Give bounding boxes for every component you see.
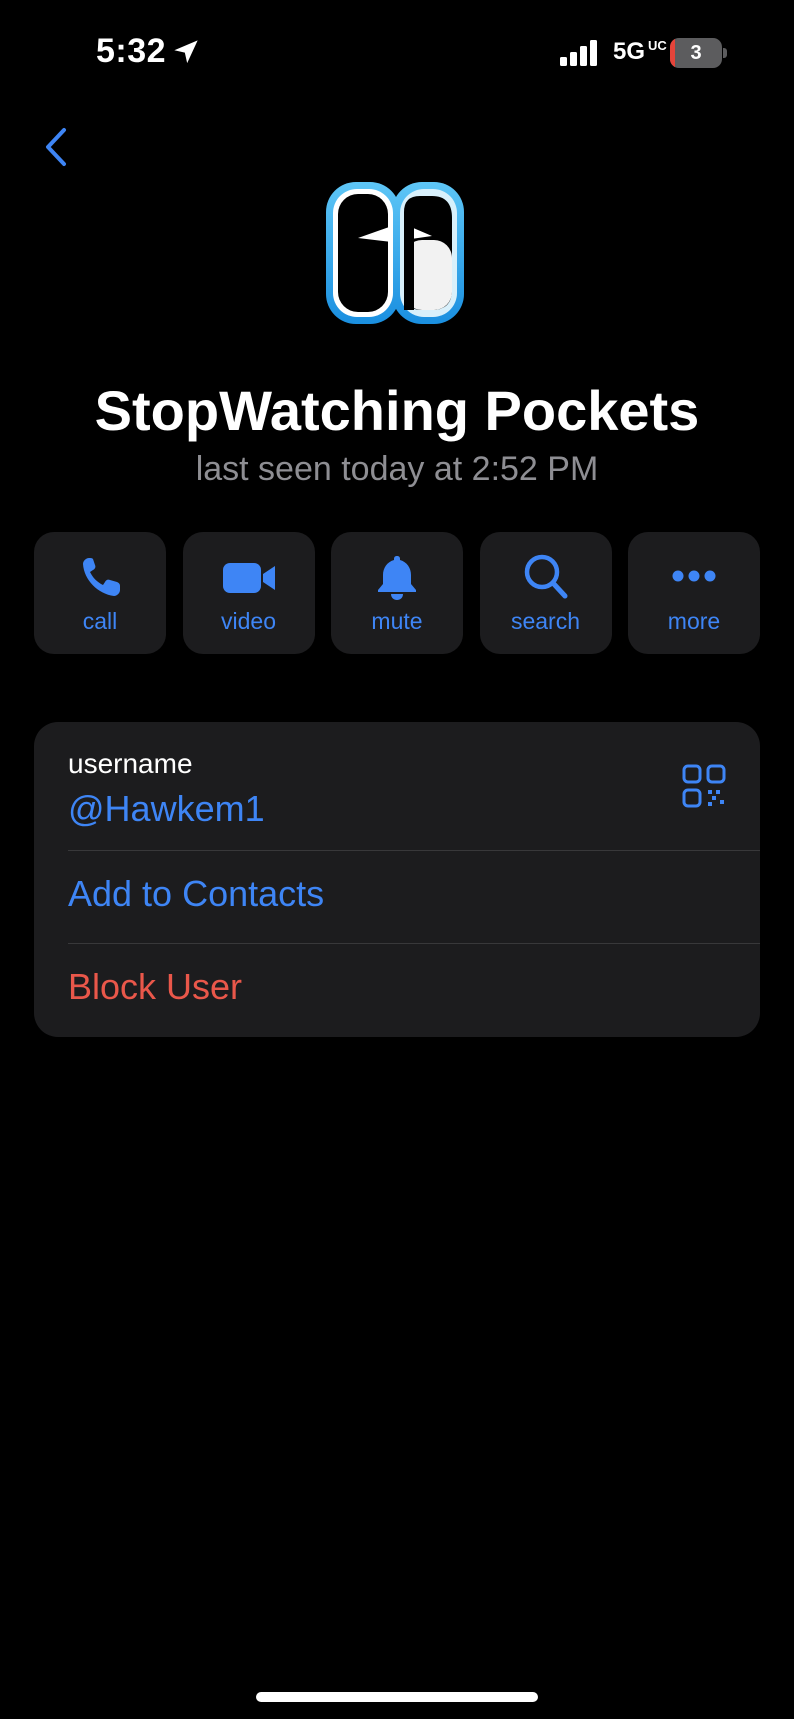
action-bar: call video mute search more (34, 532, 760, 654)
search-button[interactable]: search (479, 532, 612, 654)
last-seen-status: last seen today at 2:52 PM (195, 450, 599, 488)
phone-icon (83, 558, 120, 596)
bell-icon (378, 556, 416, 600)
mute-button[interactable]: mute (331, 532, 463, 654)
location-arrow-icon (174, 40, 198, 64)
qr-code-icon[interactable] (682, 764, 726, 808)
video-camera-icon (222, 563, 275, 593)
network-type: 5G (613, 38, 646, 65)
more-dots-icon (672, 570, 716, 582)
back-chevron-icon[interactable] (38, 122, 78, 172)
username-value[interactable]: @Hawkem1 (68, 788, 265, 830)
home-indicator[interactable] (256, 1692, 538, 1702)
block-user-row[interactable]: Block User (34, 944, 760, 1036)
call-label: call (82, 608, 118, 634)
info-card: username @Hawkem1 Add to Contacts Block … (34, 722, 760, 1037)
mute-label: mute (371, 608, 423, 634)
battery-icon: 3 (670, 38, 727, 68)
network-subtype: UC (648, 38, 667, 53)
cellular-signal-icon (560, 40, 597, 66)
battery-level-text: 3 (690, 42, 702, 64)
profile-name: StopWatching Pockets (94, 379, 700, 442)
username-row[interactable]: username @Hawkem1 (34, 722, 760, 850)
video-label: video (221, 608, 276, 634)
call-button[interactable]: call (34, 532, 166, 654)
more-label: more (667, 608, 721, 634)
more-button[interactable]: more (628, 532, 760, 654)
avatar[interactable] (320, 178, 470, 328)
search-label: search (510, 608, 581, 634)
add-to-contacts-label: Add to Contacts (68, 873, 325, 914)
add-to-contacts-row[interactable]: Add to Contacts (34, 851, 760, 943)
video-button[interactable]: video (182, 532, 315, 654)
username-label: username (68, 748, 193, 779)
status-bar: 5:32 5G UC 3 (0, 0, 794, 100)
block-user-label: Block User (68, 966, 243, 1007)
status-time: 5:32 (96, 32, 167, 70)
search-icon (524, 554, 567, 599)
